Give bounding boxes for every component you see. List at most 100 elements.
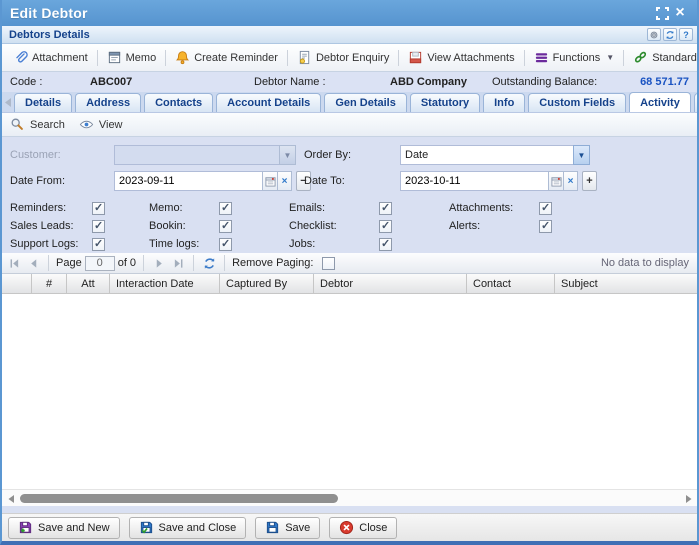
functions-label: Functions bbox=[553, 52, 601, 64]
calendar-icon[interactable] bbox=[548, 171, 563, 191]
save-and-close-button[interactable]: Save and Close bbox=[129, 517, 247, 539]
paging-separator bbox=[48, 255, 49, 271]
tab-info[interactable]: Info bbox=[483, 93, 525, 112]
customer-value bbox=[114, 145, 279, 165]
clear-date-icon[interactable]: × bbox=[277, 171, 292, 191]
remove-paging-label: Remove Paging: bbox=[232, 257, 313, 269]
sales-leads-label: Sales Leads: bbox=[10, 220, 92, 232]
remove-paging-checkbox[interactable] bbox=[322, 257, 335, 270]
order-by-combo[interactable]: Date ▼ bbox=[400, 145, 590, 165]
activity-toolbar: Search View bbox=[2, 113, 697, 137]
chevron-down-icon: ▼ bbox=[279, 145, 296, 165]
refresh-icon[interactable] bbox=[663, 28, 677, 41]
save-icon bbox=[265, 520, 280, 535]
scrollbar-thumb[interactable] bbox=[20, 494, 338, 503]
standard-button[interactable]: Standard ▼ bbox=[628, 47, 699, 68]
customer-combo: ▼ bbox=[114, 145, 296, 165]
tab-contacts[interactable]: Contacts bbox=[144, 93, 213, 112]
link-icon bbox=[633, 50, 648, 65]
gear-icon[interactable] bbox=[647, 28, 661, 41]
reminders-checkbox[interactable] bbox=[92, 202, 105, 215]
emails-checkbox[interactable] bbox=[379, 202, 392, 215]
date-to-label: Date To: bbox=[304, 171, 345, 191]
bell-icon bbox=[175, 50, 190, 65]
record-summary: Code : ABC007 Debtor Name : ABD Company … bbox=[2, 72, 697, 92]
tab-statutory[interactable]: Statutory bbox=[410, 93, 480, 112]
footer-bar: Save and New Save and Close Save Close bbox=[2, 513, 697, 541]
view-button[interactable]: View bbox=[79, 117, 123, 132]
order-by-label: Order By: bbox=[304, 145, 351, 165]
search-button[interactable]: Search bbox=[10, 117, 65, 132]
panel-title: Debtors Details bbox=[6, 29, 90, 41]
tab-time[interactable]: Ti bbox=[694, 93, 697, 112]
column-debtor[interactable]: Debtor bbox=[314, 274, 467, 293]
jobs-checkbox[interactable] bbox=[379, 238, 392, 251]
column-interaction-date[interactable]: Interaction Date bbox=[110, 274, 220, 293]
functions-button[interactable]: Functions ▼ bbox=[529, 47, 620, 68]
tab-activity[interactable]: Activity bbox=[629, 92, 691, 112]
horizontal-scrollbar[interactable] bbox=[2, 489, 697, 506]
memo-button[interactable]: Memo bbox=[102, 47, 162, 68]
toolbar-separator bbox=[165, 50, 166, 66]
tab-account-details[interactable]: Account Details bbox=[216, 93, 321, 112]
toolbar-separator bbox=[398, 50, 399, 66]
date-from-field: × bbox=[114, 171, 292, 191]
alerts-checkbox[interactable] bbox=[539, 220, 552, 233]
tab-custom-fields[interactable]: Custom Fields bbox=[528, 93, 626, 112]
view-attachments-label: View Attachments bbox=[427, 52, 514, 64]
tab-details[interactable]: Details bbox=[14, 93, 72, 112]
save-new-icon bbox=[18, 520, 33, 535]
date-to-plus-button[interactable]: + bbox=[582, 171, 597, 191]
title-bar: Edit Debtor × bbox=[2, 0, 697, 26]
column-att[interactable]: Att bbox=[67, 274, 110, 293]
eye-icon bbox=[79, 117, 94, 132]
support-logs-checkbox[interactable] bbox=[92, 238, 105, 251]
debtor-name-value: ABD Company bbox=[390, 76, 467, 88]
main-toolbar: Attachment Memo Create Reminder Debtor E… bbox=[2, 44, 697, 72]
attachment-label: Attachment bbox=[32, 52, 88, 64]
grid-body[interactable] bbox=[2, 294, 697, 489]
refresh-icon[interactable] bbox=[201, 255, 217, 271]
tab-address[interactable]: Address bbox=[75, 93, 141, 112]
date-from-input[interactable] bbox=[114, 171, 262, 191]
date-to-input[interactable] bbox=[400, 171, 548, 191]
prev-page-icon[interactable] bbox=[25, 255, 41, 271]
debtor-enquiry-label: Debtor Enquiry bbox=[316, 52, 389, 64]
next-page-icon[interactable] bbox=[151, 255, 167, 271]
chevron-down-icon[interactable]: ▼ bbox=[573, 145, 590, 165]
column-subject[interactable]: Subject bbox=[555, 274, 697, 293]
scroll-right-icon[interactable] bbox=[681, 492, 695, 505]
column-captured-by[interactable]: Captured By bbox=[220, 274, 314, 293]
maximize-icon[interactable] bbox=[653, 4, 671, 22]
create-reminder-button[interactable]: Create Reminder bbox=[170, 47, 283, 68]
help-icon[interactable]: ? bbox=[679, 28, 693, 41]
first-page-icon[interactable] bbox=[6, 255, 22, 271]
checklist-label: Checklist: bbox=[289, 220, 379, 232]
column-row-number[interactable]: # bbox=[32, 274, 67, 293]
time-logs-checkbox[interactable] bbox=[219, 238, 232, 251]
calendar-icon[interactable] bbox=[262, 171, 277, 191]
scroll-left-icon[interactable] bbox=[4, 492, 18, 505]
column-contact[interactable]: Contact bbox=[467, 274, 555, 293]
close-footer-button[interactable]: Close bbox=[329, 517, 397, 539]
page-number-input[interactable] bbox=[85, 256, 115, 271]
sales-leads-checkbox[interactable] bbox=[92, 220, 105, 233]
memo-checkbox[interactable] bbox=[219, 202, 232, 215]
paging-separator bbox=[193, 255, 194, 271]
outstanding-balance-value: 68 571.77 bbox=[640, 76, 689, 88]
reminders-label: Reminders: bbox=[10, 202, 92, 214]
save-button[interactable]: Save bbox=[255, 517, 320, 539]
clear-date-icon[interactable]: × bbox=[563, 171, 578, 191]
attachment-button[interactable]: Attachment bbox=[8, 47, 93, 68]
debtor-enquiry-button[interactable]: Debtor Enquiry bbox=[292, 47, 394, 68]
attachments-checkbox[interactable] bbox=[539, 202, 552, 215]
last-page-icon[interactable] bbox=[170, 255, 186, 271]
tab-scroll-left-icon[interactable] bbox=[4, 94, 12, 110]
toolbar-separator bbox=[524, 50, 525, 66]
close-icon[interactable]: × bbox=[671, 4, 689, 22]
save-and-new-button[interactable]: Save and New bbox=[8, 517, 120, 539]
tab-gen-details[interactable]: Gen Details bbox=[324, 93, 407, 112]
bookin-checkbox[interactable] bbox=[219, 220, 232, 233]
checklist-checkbox[interactable] bbox=[379, 220, 392, 233]
view-attachments-button[interactable]: View Attachments bbox=[403, 47, 519, 68]
